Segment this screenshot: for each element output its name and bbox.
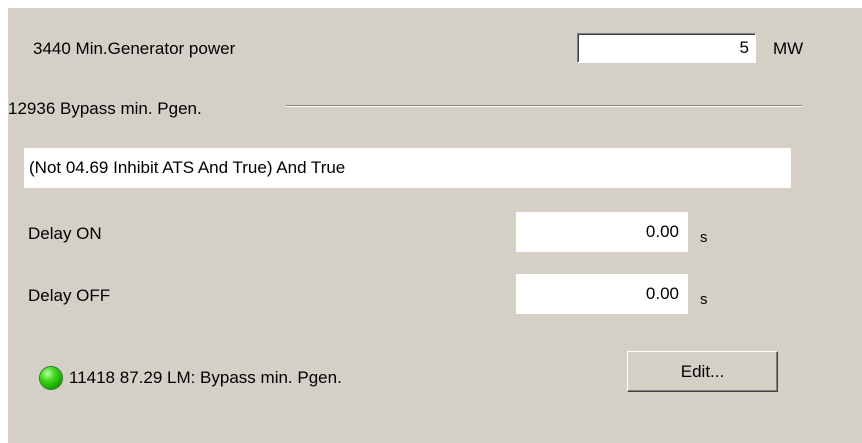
- status-text: 11418 87.29 LM: Bypass min. Pgen.: [69, 368, 342, 387]
- delay-on-input[interactable]: [516, 212, 688, 252]
- delay-on-label: Delay ON: [28, 224, 102, 243]
- delay-off-unit: s: [700, 291, 708, 308]
- bypass-group-title: 12936 Bypass min. Pgen.: [8, 99, 202, 118]
- delay-on-unit: s: [700, 229, 708, 246]
- min-generator-power-label: 3440 Min.Generator power: [33, 39, 236, 58]
- settings-panel: 3440 Min.Generator power MW 12936 Bypass…: [8, 8, 862, 443]
- group-divider: [286, 105, 802, 107]
- edit-button[interactable]: Edit...: [627, 351, 778, 392]
- min-generator-power-input[interactable]: [577, 33, 756, 63]
- delay-off-label: Delay OFF: [28, 286, 111, 305]
- condition-expression-field[interactable]: [24, 148, 791, 188]
- min-generator-power-unit: MW: [773, 39, 804, 58]
- delay-off-input[interactable]: [516, 274, 688, 314]
- status-led-icon: [40, 367, 62, 389]
